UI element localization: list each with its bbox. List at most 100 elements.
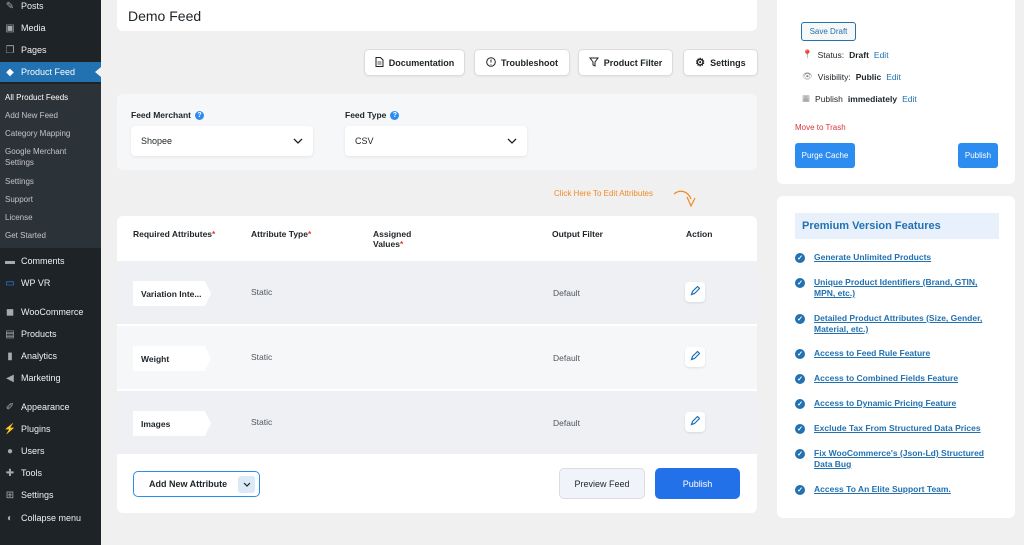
sidebar-item-posts[interactable]: ✎ Posts xyxy=(0,0,101,16)
premium-title: Premium Version Features xyxy=(795,213,999,239)
feed-type-label: Feed Type? xyxy=(345,110,400,120)
sidebar-item-users[interactable]: ● Users xyxy=(0,441,101,461)
table-row: Variation Inte... Static Default xyxy=(117,261,757,324)
header-assigned-values: Assigned Values* xyxy=(373,229,412,249)
sidebar-item-woocommerce[interactable]: ◼ WooCommerce xyxy=(0,302,101,322)
feature-item: ✓ Fix WooCommerce's (Json-Ld) Structured … xyxy=(795,448,999,470)
check-icon: ✓ xyxy=(795,485,805,495)
sidebar-item-appearance[interactable]: ✐ Appearance xyxy=(0,397,101,417)
sidebar-item-comments[interactable]: ▬ Comments xyxy=(0,251,101,271)
edit-status-link[interactable]: Edit xyxy=(874,50,889,60)
output-filter: Default xyxy=(553,353,580,363)
submenu-google-merchant-settings[interactable]: Google Merchant Settings xyxy=(5,146,85,168)
edit-date-link[interactable]: Edit xyxy=(902,94,917,104)
documentation-button[interactable]: Documentation xyxy=(364,49,465,76)
info-icon xyxy=(486,56,496,69)
submenu-settings[interactable]: Settings xyxy=(5,176,97,187)
media-icon: ▣ xyxy=(5,22,15,34)
sidebar-item-plugins[interactable]: ⚡ Plugins xyxy=(0,419,101,439)
output-filter: Default xyxy=(553,288,580,298)
chevron-down-icon xyxy=(293,136,303,146)
table-row: Weight Static Default xyxy=(117,326,757,389)
submenu-all-product-feeds[interactable]: All Product Feeds xyxy=(5,92,97,103)
chevron-down-icon xyxy=(507,136,517,146)
sidebar-item-product-feed[interactable]: ◆ Product Feed xyxy=(0,62,101,82)
feature-item: ✓ Exclude Tax From Structured Data Prices xyxy=(795,423,999,434)
woocommerce-icon: ◼ xyxy=(5,306,15,318)
product-feed-icon: ◆ xyxy=(6,66,14,78)
attribute-type: Static xyxy=(251,352,273,362)
sidebar-item-products[interactable]: ▤ Products xyxy=(0,324,101,344)
filter-icon xyxy=(588,57,599,69)
edit-attribute-button[interactable] xyxy=(685,282,705,302)
sidebar-collapse[interactable]: ◐ Collapse menu xyxy=(0,508,101,528)
check-icon: ✓ xyxy=(795,314,805,324)
edit-attribute-button[interactable] xyxy=(685,412,705,432)
brush-icon: ✐ xyxy=(5,401,15,413)
chevron-down-icon[interactable] xyxy=(238,476,255,493)
feed-merchant-label: Feed Merchant? xyxy=(131,110,204,120)
submenu-license[interactable]: License xyxy=(5,212,97,223)
pencil-icon xyxy=(690,350,701,363)
pencil-icon xyxy=(690,285,701,298)
document-icon xyxy=(375,56,384,69)
submenu-category-mapping[interactable]: Category Mapping xyxy=(5,128,97,139)
settings-icon: ⊞ xyxy=(5,489,15,501)
output-filter: Default xyxy=(553,418,580,428)
edit-attributes-hint: Click Here To Edit Attributes xyxy=(554,189,654,198)
submenu-add-new-feed[interactable]: Add New Feed xyxy=(5,110,97,121)
header-attribute-type: Attribute Type* xyxy=(251,229,312,239)
pencil-icon xyxy=(690,415,701,428)
edit-visibility-link[interactable]: Edit xyxy=(886,72,901,82)
attribute-name[interactable]: Weight xyxy=(133,346,211,371)
products-icon: ▤ xyxy=(5,328,15,340)
settings-button[interactable]: ⚙ Settings xyxy=(683,49,758,76)
feature-item: ✓ Detailed Product Attributes (Size, Gend… xyxy=(795,313,999,335)
users-icon: ● xyxy=(6,445,14,457)
header-action: Action xyxy=(686,229,713,239)
move-to-trash-link[interactable]: Move to Trash xyxy=(795,123,846,132)
check-icon: ✓ xyxy=(795,399,805,409)
analytics-icon: ▮ xyxy=(7,350,13,362)
comments-icon: ▬ xyxy=(5,255,15,267)
calendar-icon: ▦ xyxy=(802,93,811,103)
feed-title-input[interactable]: Demo Feed xyxy=(128,8,201,24)
plugins-icon: ⚡ xyxy=(3,423,17,435)
troubleshoot-button[interactable]: Troubleshoot xyxy=(474,49,570,76)
admin-sidebar: ✎ Posts ▣ Media ❐ Pages ◆ Product Feed All P… xyxy=(0,0,101,545)
header-required-attributes: Required Attributes* xyxy=(133,229,216,239)
product-filter-button[interactable]: Product Filter xyxy=(578,49,673,76)
sidebar-item-settings[interactable]: ⊞ Settings xyxy=(0,485,101,505)
check-icon: ✓ xyxy=(795,349,805,359)
attribute-name[interactable]: Variation Inte... xyxy=(133,281,211,306)
collapse-icon: ◐ xyxy=(6,512,14,524)
gear-icon: ⚙ xyxy=(695,57,706,69)
attribute-name[interactable]: Images xyxy=(133,411,211,436)
sidebar-item-analytics[interactable]: ▮ Analytics xyxy=(0,346,101,366)
attribute-type: Static xyxy=(251,287,273,297)
sidebar-item-wpvr[interactable]: ▭ WP VR xyxy=(0,273,101,293)
feature-item: ✓ Generate Unlimited Products xyxy=(795,252,999,263)
submenu-support[interactable]: Support xyxy=(5,194,97,205)
publish-feed-button[interactable]: Publish xyxy=(655,468,740,499)
megaphone-icon: ◀ xyxy=(6,372,14,384)
feature-item: ✓ Access To An Elite Support Team. xyxy=(795,484,999,495)
help-icon[interactable]: ? xyxy=(390,110,400,120)
attribute-type: Static xyxy=(251,417,273,427)
preview-feed-button[interactable]: Preview Feed xyxy=(559,468,645,499)
sidebar-item-tools[interactable]: ✚ Tools xyxy=(0,463,101,483)
sidebar-item-pages[interactable]: ❐ Pages xyxy=(0,40,101,60)
pin-icon: ✎ xyxy=(5,0,15,12)
help-icon[interactable]: ? xyxy=(195,110,204,120)
edit-attribute-button[interactable] xyxy=(685,347,705,367)
publish-button[interactable]: Publish xyxy=(958,143,998,168)
add-new-attribute-button[interactable]: Add New Attribute xyxy=(133,471,260,497)
save-draft-button[interactable]: Save Draft xyxy=(801,22,856,41)
feed-merchant-select[interactable]: Shopee xyxy=(131,126,313,156)
feed-type-select[interactable]: CSV xyxy=(345,126,527,156)
submenu-get-started[interactable]: Get Started xyxy=(5,230,97,241)
sidebar-item-media[interactable]: ▣ Media xyxy=(0,18,101,38)
sidebar-item-marketing[interactable]: ◀ Marketing xyxy=(0,368,101,388)
table-row: Images Static Default xyxy=(117,391,757,454)
purge-cache-button[interactable]: Purge Cache xyxy=(795,143,855,168)
